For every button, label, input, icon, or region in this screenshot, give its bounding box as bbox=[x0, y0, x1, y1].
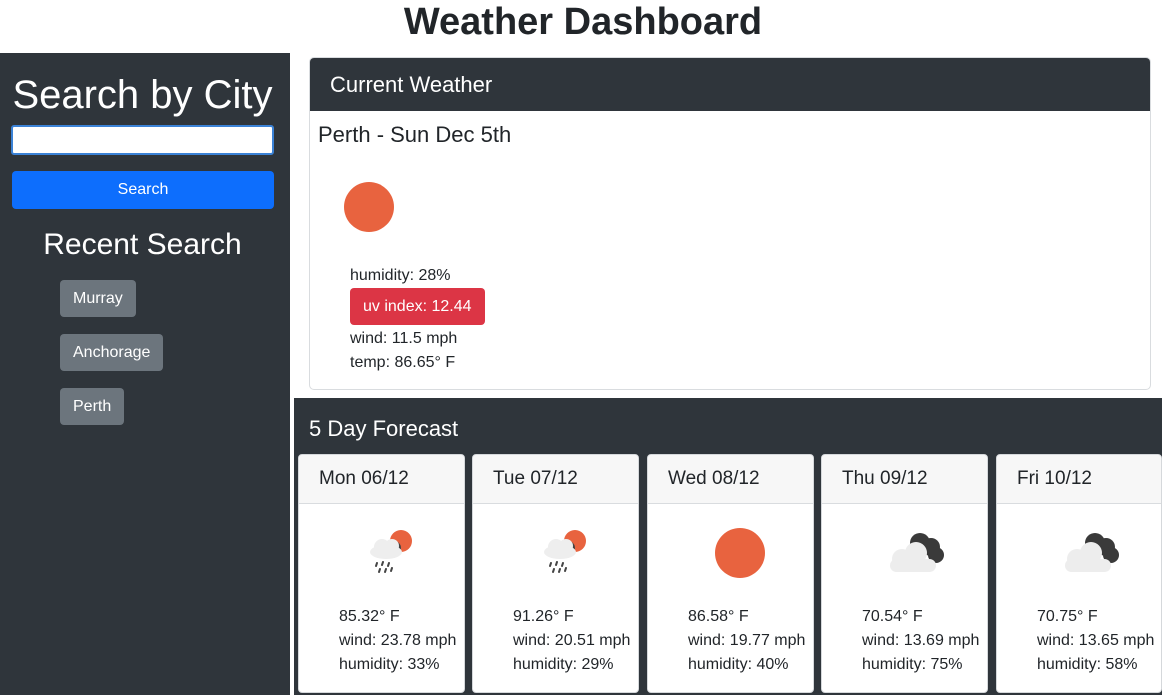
recent-search-title: Recent Search bbox=[43, 228, 242, 261]
current-temp: temp: 86.65° F bbox=[350, 354, 456, 371]
current-humidity: humidity: 28% bbox=[350, 267, 451, 284]
current-wind: wind: 11.5 mph bbox=[350, 330, 458, 347]
forecast-date: Tue 07/12 bbox=[473, 455, 638, 504]
current-weather-header: Current Weather bbox=[310, 58, 1150, 111]
recent-search-murray[interactable]: Murray bbox=[60, 280, 136, 317]
forecast-date: Fri 10/12 bbox=[997, 455, 1161, 504]
search-title: Search by City bbox=[12, 73, 273, 117]
forecast-date: Thu 09/12 bbox=[822, 455, 987, 504]
forecast-temp: 86.58° F bbox=[688, 608, 749, 625]
forecast-title: 5 Day Forecast bbox=[309, 416, 459, 441]
uv-index-badge: uv index: 12.44 bbox=[350, 288, 485, 325]
rain-sun-icon bbox=[370, 530, 412, 573]
sidebar: Search by City Search Recent Search Murr… bbox=[0, 53, 290, 695]
search-button[interactable]: Search bbox=[12, 171, 274, 209]
forecast-humidity: humidity: 75% bbox=[862, 656, 963, 673]
forecast-temp: 70.75° F bbox=[1037, 608, 1098, 625]
rain-sun-icon bbox=[544, 530, 586, 573]
forecast-temp: 91.26° F bbox=[513, 608, 574, 625]
forecast-temp: 70.54° F bbox=[862, 608, 923, 625]
forecast-wind: wind: 23.78 mph bbox=[339, 632, 457, 649]
cloud-icon bbox=[1065, 533, 1119, 572]
forecast-wind: wind: 19.77 mph bbox=[688, 632, 806, 649]
forecast-card: Fri 10/12 70.75° F wind: 13.65 mph humid… bbox=[996, 454, 1162, 693]
city-search-input[interactable] bbox=[11, 125, 274, 155]
forecast-humidity: humidity: 33% bbox=[339, 656, 440, 673]
page-title: Weather Dashboard bbox=[403, 1, 763, 43]
forecast-card: Mon 06/12 85.32° F wind: 23.78 mph humid… bbox=[298, 454, 465, 693]
forecast-humidity: humidity: 29% bbox=[513, 656, 614, 673]
forecast-date: Wed 08/12 bbox=[648, 455, 813, 504]
forecast-temp: 85.32° F bbox=[339, 608, 400, 625]
forecast-date: Mon 06/12 bbox=[299, 455, 464, 504]
forecast-humidity: humidity: 58% bbox=[1037, 656, 1138, 673]
recent-search-anchorage[interactable]: Anchorage bbox=[60, 334, 164, 371]
current-city-date: Perth - Sun Dec 5th bbox=[318, 122, 512, 147]
forecast-card: Thu 09/12 70.54° F wind: 13.69 mph humid… bbox=[821, 454, 988, 693]
recent-search-perth[interactable]: Perth bbox=[60, 388, 125, 425]
forecast-card: Wed 08/12 86.58° F wind: 19.77 mph humid… bbox=[647, 454, 814, 693]
sun-icon bbox=[715, 528, 765, 578]
current-weather-card: Current Weather Perth - Sun Dec 5th humi… bbox=[309, 57, 1151, 390]
forecast-wind: wind: 13.69 mph bbox=[862, 632, 980, 649]
forecast-card: Tue 07/12 91.26° F wind: 20.51 mph humid… bbox=[472, 454, 639, 693]
cloud-icon bbox=[890, 533, 944, 572]
forecast-humidity: humidity: 40% bbox=[688, 656, 789, 673]
sun-icon bbox=[344, 182, 394, 232]
forecast-wind: wind: 13.65 mph bbox=[1037, 632, 1155, 649]
forecast-wind: wind: 20.51 mph bbox=[513, 632, 631, 649]
forecast-panel: 5 Day Forecast Mon 06/12 85.32° F wind: … bbox=[294, 398, 1162, 695]
